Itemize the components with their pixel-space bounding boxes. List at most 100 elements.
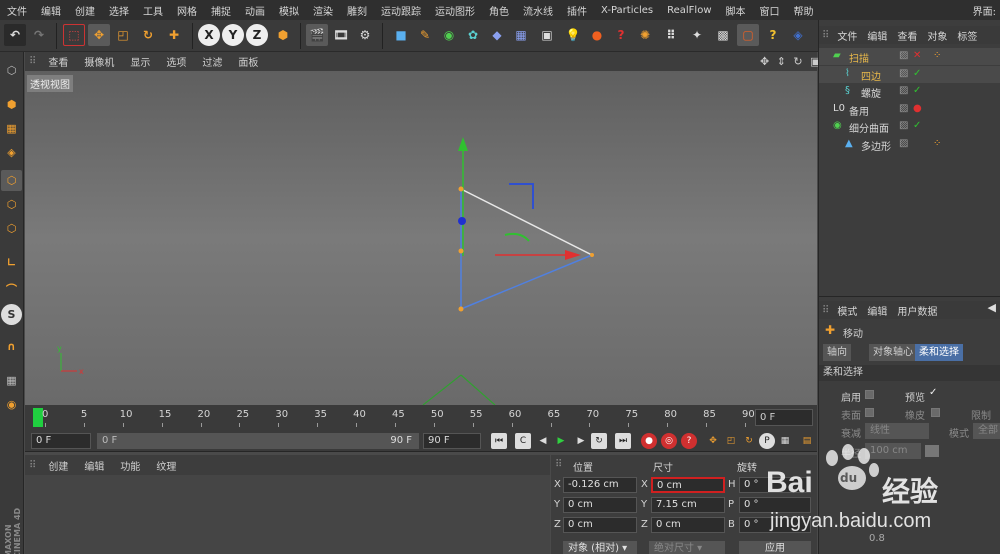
lock-workplane-icon[interactable]: ▦ [1, 370, 22, 391]
object-row[interactable]: ⌇ 四边 ▨ ✓ [819, 65, 1000, 83]
coordinate-mode-select[interactable]: 对象 (相对) ▾ [563, 541, 637, 554]
object-menu-item[interactable]: 对象 [922, 28, 952, 43]
enable-status-icon[interactable]: ✓ [913, 120, 921, 131]
attribute-menu-item[interactable]: 编辑 [862, 303, 892, 318]
autokey-icon[interactable]: ◎ [661, 433, 677, 449]
drag-handle-icon[interactable]: ⠿ [25, 56, 40, 67]
object-name[interactable]: 四边 [861, 68, 881, 83]
key-scale-icon[interactable]: ◰ [723, 433, 739, 449]
layer-visibility-icon[interactable]: ▨ [899, 85, 908, 96]
menu-item[interactable]: X-Particles [594, 5, 660, 16]
enable-status-icon[interactable]: ✓ [913, 68, 921, 79]
go-to-end-icon[interactable]: ⏭ [615, 433, 631, 449]
falloff-select[interactable]: 线性 [865, 423, 929, 439]
object-row[interactable]: L0 备用 ▨ ● [819, 101, 1000, 118]
menu-item[interactable]: 插件 [560, 3, 594, 18]
menu-item[interactable]: 捕捉 [204, 3, 238, 18]
model-mode-icon[interactable]: ⬢ [1, 94, 22, 115]
enable-status-icon[interactable]: ● [913, 103, 922, 114]
render-view-icon[interactable]: 🎬 [306, 24, 328, 46]
tweak-mode-icon[interactable]: ⌒ [1, 278, 22, 299]
menu-item[interactable]: 渲染 [306, 3, 340, 18]
menu-item[interactable]: 创建 [68, 3, 102, 18]
size-field[interactable]: 7.15 cm [651, 497, 725, 513]
timeline-ruler[interactable]: 0 5 10 15 20 25 30 35 40 45 50 55 60 65 70 75 80 85 90 [31, 407, 755, 427]
menu-item[interactable]: 窗口 [753, 3, 787, 18]
menu-item[interactable]: RealFlow [660, 5, 718, 16]
keyframe-selection-icon[interactable]: ? [681, 433, 697, 449]
key-position-icon[interactable]: ✥ [705, 433, 721, 449]
object-row[interactable]: ◉ 细分曲面 ▨ ✓ [819, 118, 1000, 135]
current-frame-field[interactable]: 0 F [755, 409, 813, 426]
object-name[interactable]: 备用 [849, 103, 869, 118]
planar-workplane-icon[interactable]: ◉ [1, 394, 22, 415]
menu-item[interactable]: 运动跟踪 [374, 3, 428, 18]
viewport-menu-item[interactable]: 面板 [230, 54, 266, 69]
make-editable-icon[interactable]: ⬡ [1, 60, 22, 81]
menu-item[interactable]: 网格 [170, 3, 204, 18]
go-to-start-icon[interactable]: ⏮ [491, 433, 507, 449]
size-field[interactable]: 0 cm [651, 517, 725, 533]
script-icon[interactable]: ? [610, 24, 632, 46]
material-menu-item[interactable]: 创建 [40, 458, 76, 473]
grid-icon[interactable]: ⠿ [660, 24, 682, 46]
drag-handle-icon[interactable]: ⠿ [25, 460, 40, 471]
render-settings-icon[interactable]: ⚙ [354, 24, 376, 46]
tab-object-axis[interactable]: 对象轴心 [869, 344, 917, 361]
undo-icon[interactable]: ↶ [4, 24, 26, 46]
position-field[interactable]: 0 cm [563, 497, 637, 513]
material-menu-item[interactable]: 纹理 [148, 458, 184, 473]
z-axis-toggle[interactable]: Z [246, 24, 268, 46]
enable-checkbox[interactable] [865, 390, 874, 399]
rotate-tool-icon[interactable]: ↻ [137, 24, 159, 46]
scale-tool-icon[interactable]: ◰ [112, 24, 134, 46]
prev-frame-icon[interactable]: ◀ [535, 433, 551, 449]
camera-icon[interactable]: ▣ [536, 24, 558, 46]
object-menu-item[interactable]: 编辑 [862, 28, 892, 43]
render-picture-viewer-icon[interactable]: 🎞 [330, 24, 352, 46]
object-name[interactable]: 多边形 [861, 138, 891, 153]
preview-check-icon[interactable]: ✓ [929, 387, 937, 398]
y-axis-toggle[interactable]: Y [222, 24, 244, 46]
layer-visibility-icon[interactable]: ▨ [899, 68, 908, 79]
next-frame-icon[interactable]: ▶ [573, 433, 589, 449]
menu-item[interactable]: 选择 [102, 3, 136, 18]
picture-icon[interactable]: ▩ [712, 24, 734, 46]
menu-item[interactable]: 帮助 [787, 3, 821, 18]
material-sphere-icon[interactable]: ● [586, 24, 608, 46]
scene-svg[interactable]: y x [25, 71, 817, 405]
enable-status-icon[interactable]: ✕ [913, 50, 921, 61]
size-field[interactable]: 0 cm [651, 477, 725, 493]
viewport-menu-item[interactable]: 选项 [158, 54, 194, 69]
menu-item[interactable]: 工具 [136, 3, 170, 18]
tag-material-icon[interactable]: ⁘ [933, 138, 941, 149]
workplane-icon[interactable]: ◈ [1, 142, 22, 163]
tag-material-icon[interactable]: ⁘ [933, 50, 941, 61]
edges-mode-icon[interactable]: ⬡ [1, 194, 22, 215]
position-field[interactable]: 0 cm [563, 517, 637, 533]
menu-item[interactable]: 编辑 [34, 3, 68, 18]
particle-icon[interactable]: ✺ [634, 24, 656, 46]
pen-spline-icon[interactable]: ✎ [414, 24, 436, 46]
coordinate-system-icon[interactable]: ⬢ [272, 24, 294, 46]
material-menu-item[interactable]: 编辑 [76, 458, 112, 473]
menu-item[interactable]: 文件 [0, 3, 34, 18]
help-icon[interactable]: ? [762, 24, 784, 46]
attribute-menu-item[interactable]: 模式 [832, 303, 862, 318]
tab-axis[interactable]: 轴向 [823, 344, 851, 361]
menu-item[interactable]: 角色 [482, 3, 516, 18]
emitter-icon[interactable]: ✦ [686, 24, 708, 46]
redo-icon[interactable]: ↷ [28, 24, 50, 46]
snap-icon[interactable]: S [1, 304, 22, 325]
layer-visibility-icon[interactable]: ▨ [899, 50, 908, 61]
polygons-mode-icon[interactable]: ⬡ [1, 218, 22, 239]
drag-handle-icon[interactable]: ⠿ [555, 459, 562, 470]
magnet-icon[interactable]: ∩ [1, 336, 22, 357]
layer-visibility-icon[interactable]: ▨ [899, 120, 908, 131]
object-menu-item[interactable]: 标签 [952, 28, 982, 43]
x-axis-toggle[interactable]: X [198, 24, 220, 46]
enable-status-icon[interactable]: ✓ [913, 85, 921, 96]
object-row[interactable]: ▲ 多边形 ▨ ⁘ [819, 136, 1000, 153]
drag-handle-icon[interactable]: ⠿ [819, 30, 832, 41]
cube-icon[interactable]: ■ [390, 24, 412, 46]
